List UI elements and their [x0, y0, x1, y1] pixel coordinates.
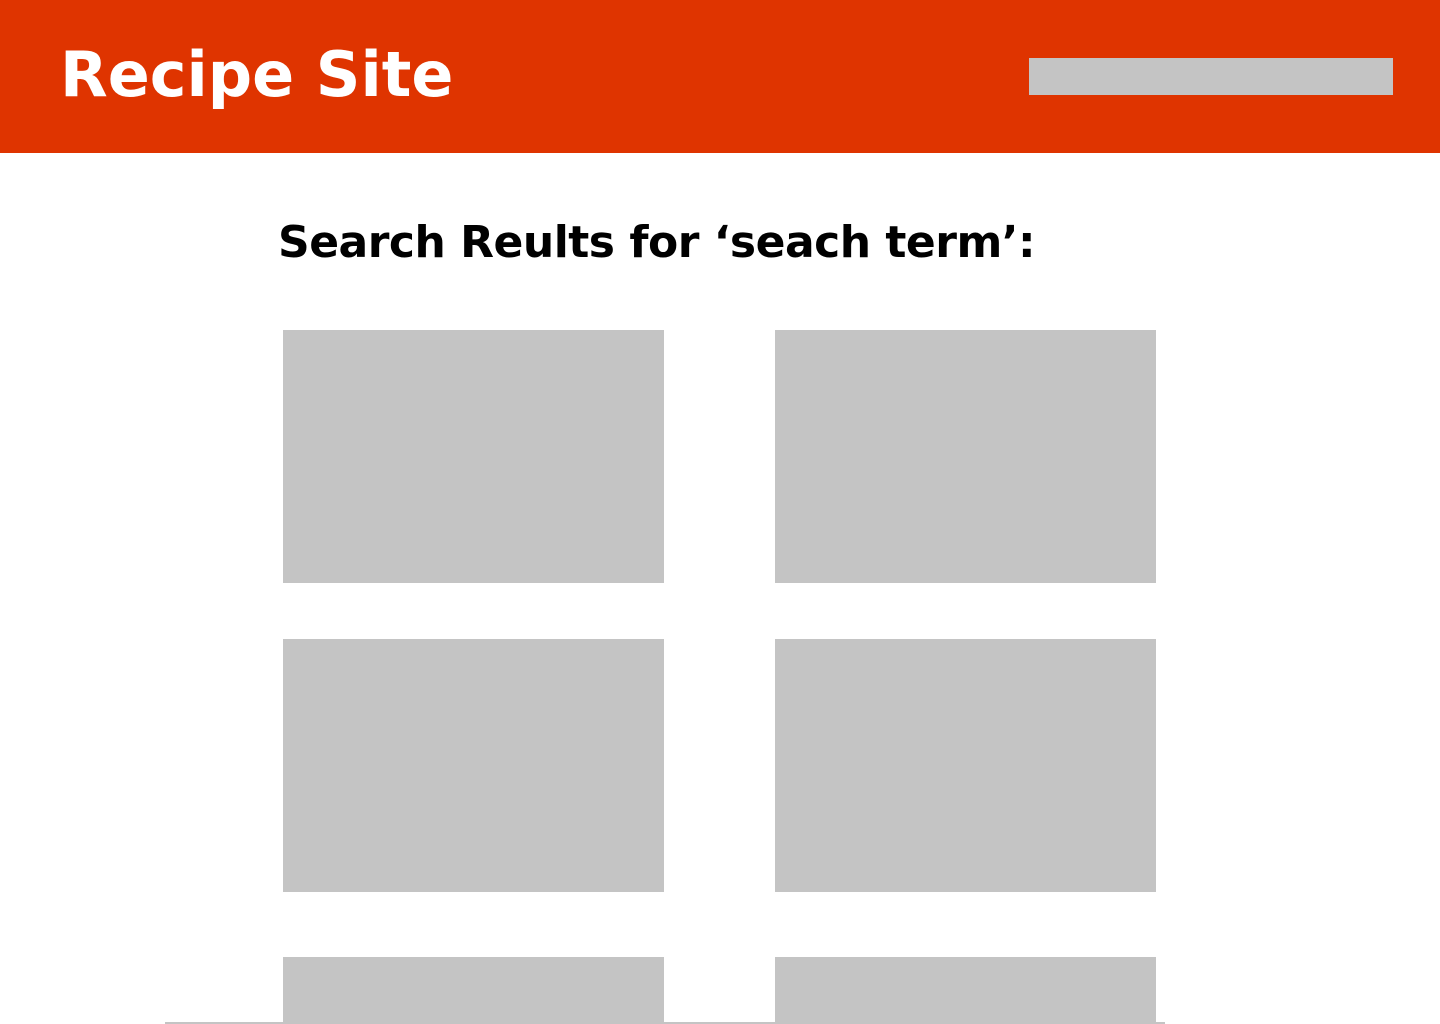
- result-card[interactable]: [283, 957, 664, 1024]
- site-title[interactable]: Recipe Site: [60, 30, 453, 120]
- result-card[interactable]: [775, 330, 1156, 583]
- result-card[interactable]: [283, 639, 664, 892]
- results-heading: Search Reults for ‘seach term’:: [278, 217, 1036, 268]
- result-card[interactable]: [775, 639, 1156, 892]
- result-card[interactable]: [283, 330, 664, 583]
- result-card[interactable]: [775, 957, 1156, 1024]
- site-header: Recipe Site: [0, 0, 1440, 153]
- search-input[interactable]: [1029, 58, 1393, 95]
